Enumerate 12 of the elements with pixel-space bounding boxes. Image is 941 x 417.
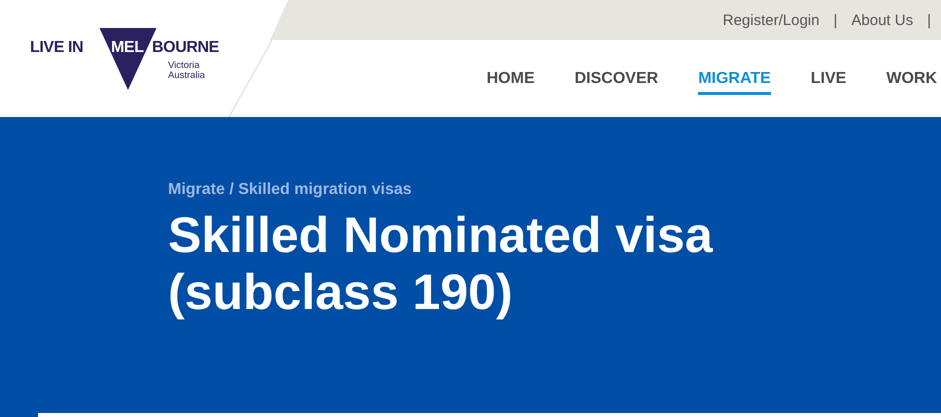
logo[interactable]: LIVE IN MEL BOURNE Victoria Australia <box>30 28 228 90</box>
nav-link[interactable]: LIVE <box>810 70 846 94</box>
nav-link[interactable]: WORK <box>886 70 937 94</box>
utility-link[interactable]: Register/Login <box>722 12 820 28</box>
nav-link[interactable]: MIGRATE <box>698 70 771 94</box>
nav-link[interactable]: DISCOVER <box>574 70 658 94</box>
breadcrumb[interactable]: Migrate / Skilled migration visas <box>168 181 412 199</box>
separator: | <box>833 12 838 28</box>
nav-link[interactable]: HOME <box>486 70 535 94</box>
page-title: Skilled Nominated visa (subclass 190) <box>168 207 713 321</box>
utility-link[interactable]: About Us <box>851 12 914 28</box>
separator: | <box>927 12 931 28</box>
